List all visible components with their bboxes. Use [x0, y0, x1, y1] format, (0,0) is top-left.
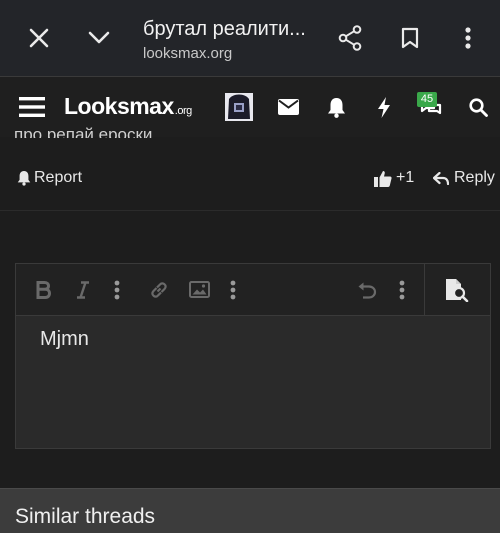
more-vertical-icon[interactable] — [224, 264, 242, 315]
divider — [0, 210, 500, 211]
more-vertical-icon[interactable] — [393, 264, 411, 315]
italic-icon[interactable] — [70, 264, 96, 315]
undo-icon[interactable] — [354, 264, 380, 315]
like-button[interactable]: +1 — [374, 167, 414, 189]
bold-icon[interactable] — [30, 264, 56, 315]
share-icon[interactable] — [328, 0, 372, 76]
more-vertical-icon[interactable] — [108, 264, 126, 315]
browser-toolbar: брутал реалити... looksmax.org — [0, 0, 500, 76]
bookmark-icon[interactable] — [388, 0, 432, 76]
site-logo[interactable]: Looksmax.org — [64, 93, 192, 120]
page-title: брутал реалити... — [143, 18, 306, 40]
bell-icon — [17, 170, 31, 186]
reaction-label: +1 — [396, 169, 415, 186]
thumbs-up-icon — [374, 170, 392, 187]
editor-content[interactable]: Mjmn — [40, 328, 89, 351]
logo-suffix: .org — [174, 105, 192, 117]
bolt-icon[interactable] — [374, 77, 394, 137]
alerts-count-badge: 45 — [417, 92, 437, 107]
bell-icon[interactable] — [325, 77, 347, 137]
similar-threads-section: Similar threads — [0, 488, 500, 533]
reply-button[interactable]: Reply — [433, 167, 495, 189]
image-icon[interactable] — [186, 264, 212, 315]
toolbar-divider — [424, 264, 425, 315]
post-body-text: про репай ероски — [14, 126, 153, 138]
search-icon[interactable] — [466, 77, 490, 137]
page-url[interactable]: looksmax.org — [143, 45, 232, 62]
link-icon[interactable] — [146, 264, 172, 315]
chat-icon[interactable] — [418, 77, 444, 137]
close-icon[interactable] — [18, 0, 60, 76]
mail-icon[interactable] — [276, 77, 300, 137]
similar-threads-heading: Similar threads — [15, 505, 156, 528]
more-vertical-icon[interactable] — [452, 0, 484, 76]
report-link[interactable]: Report — [17, 167, 82, 189]
chevron-down-icon[interactable] — [78, 0, 120, 76]
logo-text: Looksmax — [64, 93, 174, 119]
reply-label: Reply — [454, 169, 495, 186]
editor-toolbar — [16, 264, 490, 316]
preview-icon[interactable] — [440, 264, 474, 315]
reply-icon — [433, 171, 449, 185]
avatar[interactable] — [224, 77, 254, 137]
report-label: Report — [34, 169, 83, 186]
reply-editor[interactable]: Mjmn — [15, 263, 491, 449]
